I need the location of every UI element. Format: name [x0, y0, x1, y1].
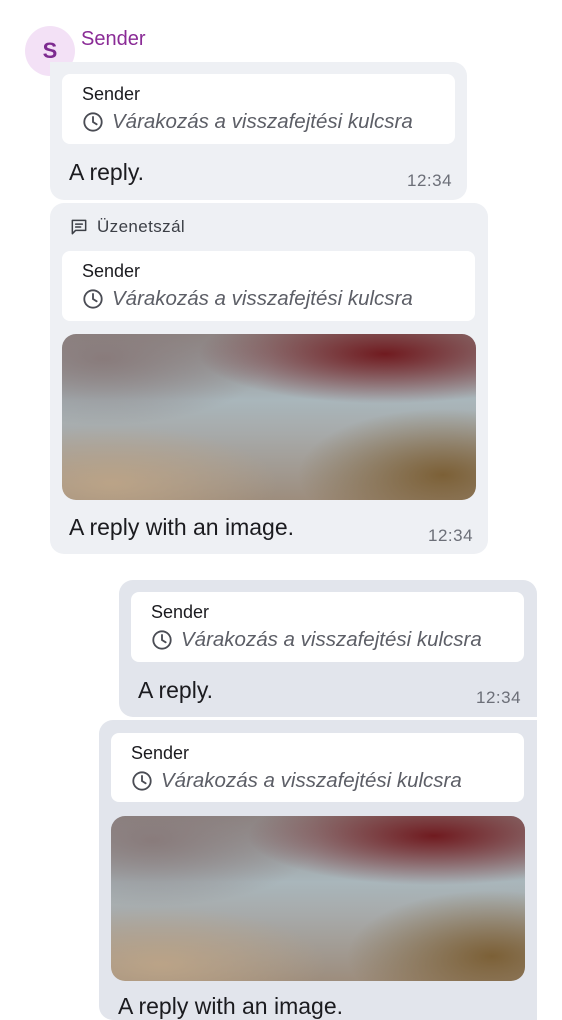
clock-icon: [132, 771, 152, 791]
clock-icon: [83, 289, 103, 309]
quote-waiting-text: Várakozás a visszafejtési kulcsra: [131, 769, 462, 793]
message-text: A reply.: [69, 159, 144, 185]
message-bubble[interactable]: Sender Várakozás a visszafejtési kulcsra…: [50, 62, 467, 200]
quote-waiting-text: Várakozás a visszafejtési kulcsra: [82, 287, 413, 311]
thread-icon: [71, 219, 87, 235]
sender-name[interactable]: Sender: [81, 28, 146, 51]
quote-waiting-text: Várakozás a visszafejtési kulcsra: [151, 628, 482, 652]
image-attachment[interactable]: [62, 334, 476, 500]
clock-icon: [83, 112, 103, 132]
waiting-label: Várakozás a visszafejtési kulcsra: [181, 628, 482, 651]
message-text: A reply with an image.: [118, 993, 344, 1019]
reply-quote[interactable]: Sender Várakozás a visszafejtési kulcsra: [62, 251, 475, 321]
quote-sender: Sender: [82, 261, 141, 281]
reply-quote[interactable]: Sender Várakozás a visszafejtési kulcsra: [111, 733, 524, 802]
message-bubble[interactable]: Sender Várakozás a visszafejtési kulcsra…: [99, 720, 537, 1020]
quote-sender: Sender: [82, 84, 141, 104]
message-time: 12:34: [407, 171, 453, 190]
message-bubble[interactable]: Sender Várakozás a visszafejtési kulcsra…: [119, 580, 537, 717]
message-bubble[interactable]: Üzenetszál Sender Várakozás a visszafejt…: [50, 203, 488, 554]
reply-quote[interactable]: Sender Várakozás a visszafejtési kulcsra: [62, 74, 455, 144]
waiting-label: Várakozás a visszafejtési kulcsra: [112, 287, 413, 310]
quote-sender: Sender: [131, 743, 190, 763]
waiting-label: Várakozás a visszafejtési kulcsra: [112, 110, 413, 133]
clock-icon: [152, 630, 172, 650]
message-text: A reply with an image.: [69, 514, 295, 540]
thread-label: Üzenetszál: [97, 217, 186, 236]
quote-sender: Sender: [151, 602, 210, 622]
message-time: 12:34: [428, 526, 474, 545]
image-attachment[interactable]: [111, 816, 525, 981]
thread-summary[interactable]: Üzenetszál: [69, 217, 185, 237]
waiting-label: Várakozás a visszafejtési kulcsra: [161, 769, 462, 792]
message-text: A reply.: [138, 677, 213, 703]
quote-waiting-text: Várakozás a visszafejtési kulcsra: [82, 110, 413, 134]
reply-quote[interactable]: Sender Várakozás a visszafejtési kulcsra: [131, 592, 524, 662]
message-time: 12:34: [476, 688, 522, 707]
